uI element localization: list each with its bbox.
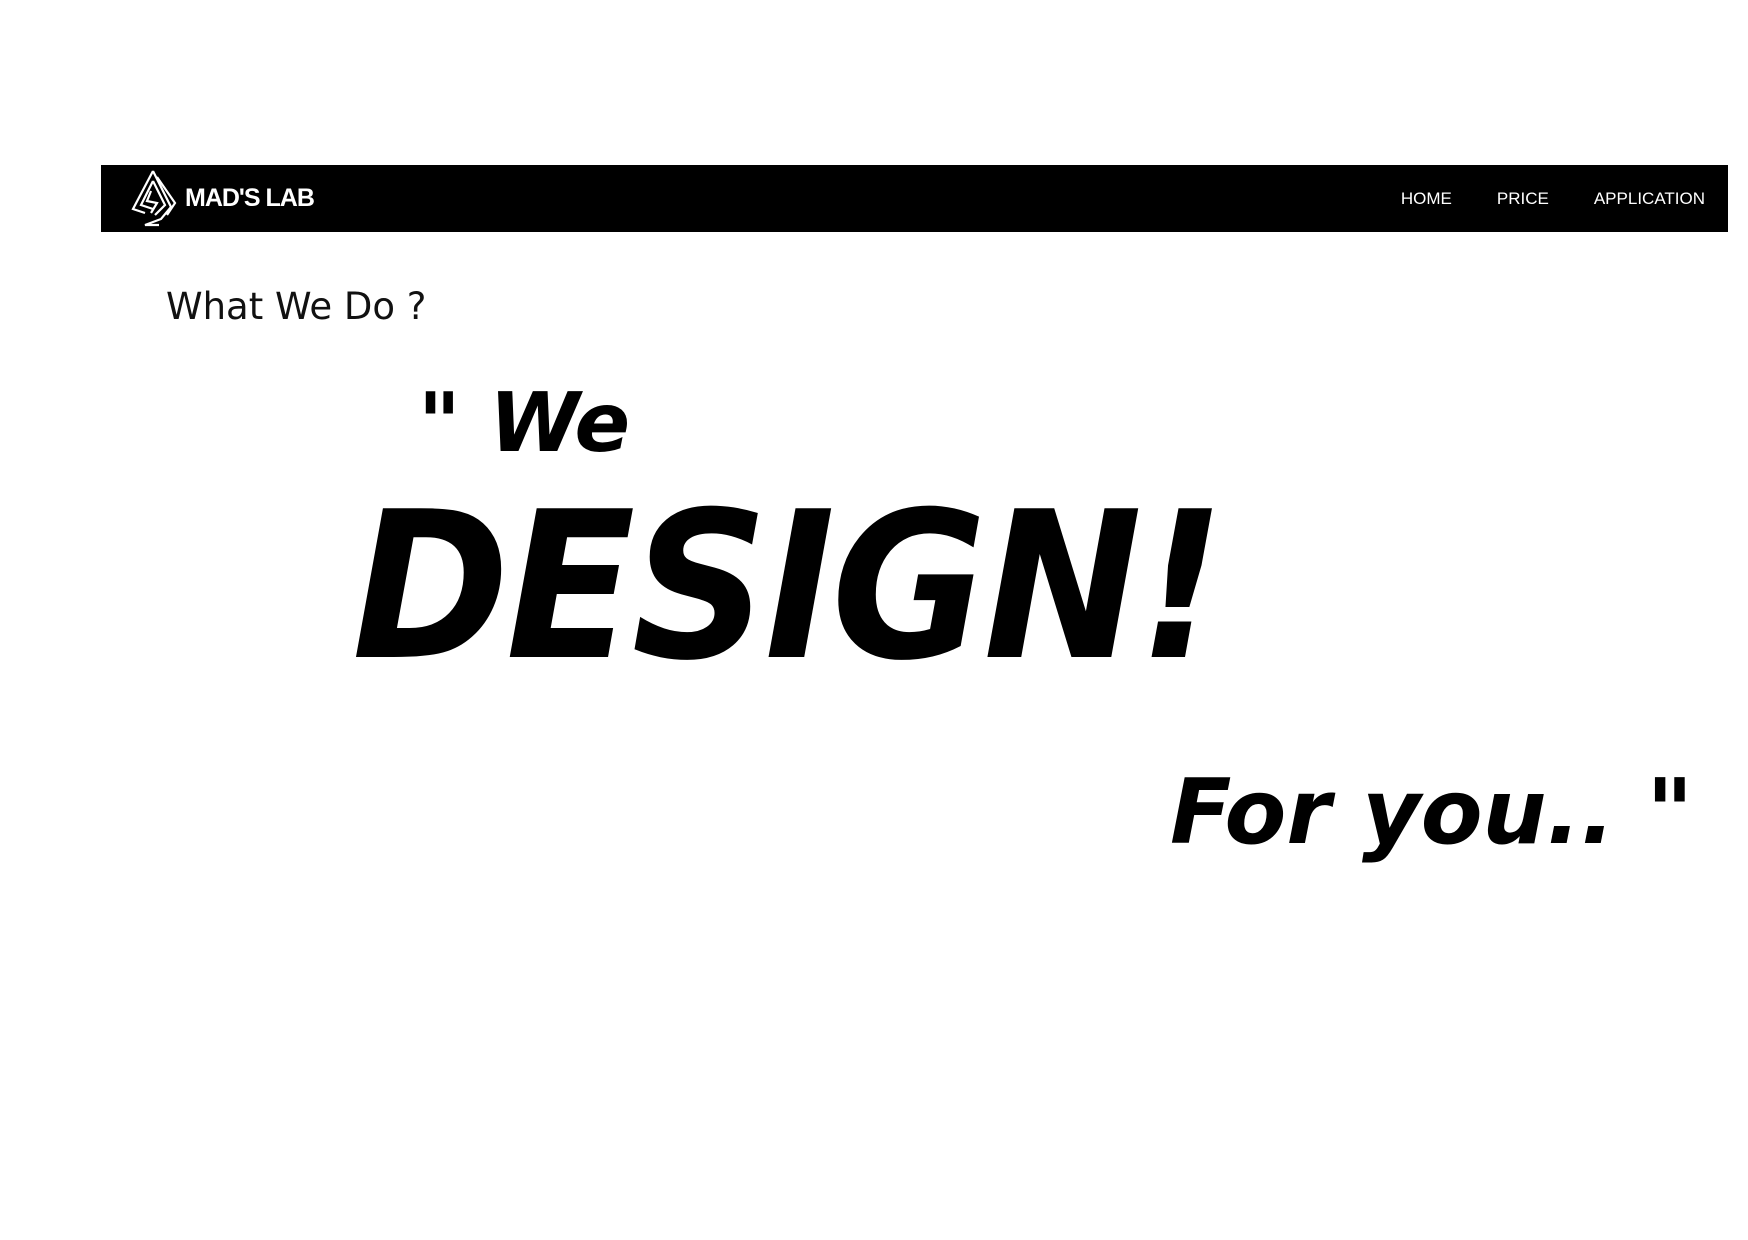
nav-links: HOME PRICE APPLICATION	[1356, 165, 1705, 232]
page: MAD'S LAB HOME PRICE APPLICATION What We…	[0, 0, 1748, 1240]
nav-link-application[interactable]: APPLICATION	[1594, 190, 1705, 207]
hero-line-design: DESIGN!	[352, 469, 1225, 706]
brand[interactable]: MAD'S LAB	[131, 165, 315, 232]
triangle-logo-icon	[131, 169, 177, 226]
top-navbar: MAD'S LAB HOME PRICE APPLICATION	[101, 165, 1728, 232]
brand-name: MAD'S LAB	[185, 184, 315, 212]
section-heading: What We Do ?	[166, 285, 427, 328]
nav-link-home[interactable]: HOME	[1401, 190, 1452, 207]
nav-link-price[interactable]: PRICE	[1497, 190, 1549, 207]
hero-line-we: " We	[418, 376, 631, 471]
hero-line-for-you: For you.. "	[1170, 760, 1694, 865]
